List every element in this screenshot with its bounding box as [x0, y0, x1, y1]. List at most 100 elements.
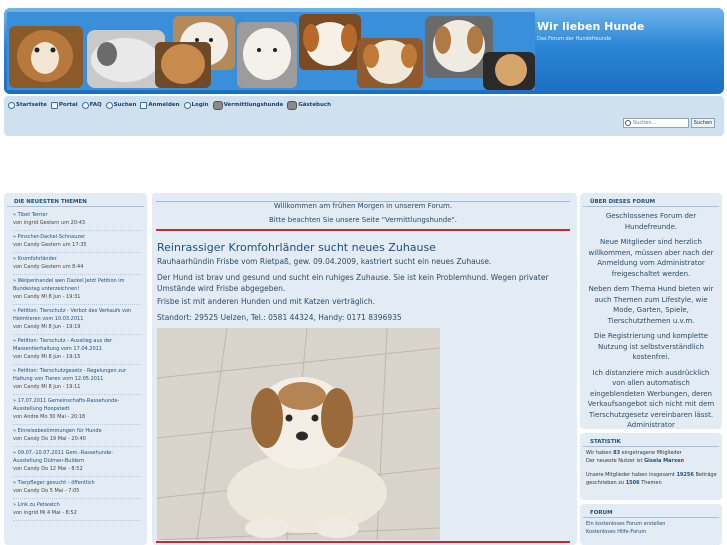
topic-item: » 17.07.2011 Gemeinschafts-Rassehunde-Au… — [13, 395, 141, 425]
member-count: Wir haben 83 eingetragene Mitglieder Der … — [580, 447, 722, 465]
nav-suchen[interactable]: Suchen — [105, 100, 137, 110]
post-count: Unsere Mitglieder haben insgesamt 19256 … — [580, 465, 722, 487]
topic-link[interactable]: » Tibet Terrier — [13, 211, 141, 219]
nav-vermittlungshunde[interactable]: Vermittlungshunde — [212, 100, 284, 110]
about-paragraph: Ich distanziere mich ausdrücklich von al… — [587, 368, 715, 430]
welcome-notice: Bitte beachten Sie unsere Seite "Vermitt… — [269, 216, 457, 224]
topic-link[interactable]: » 17.07.2011 Gemeinschafts-Rassehunde-Au… — [13, 397, 141, 413]
nav-label: Gästebuch — [298, 102, 332, 108]
nav-portal[interactable]: Portal — [50, 100, 78, 110]
dog-icon — [287, 100, 298, 110]
search-icon — [625, 120, 631, 126]
post-line-3: Frisbe ist mit anderen Hunden und mit Ka… — [157, 297, 376, 306]
page: Wir lieben Hunde Das Forum der Hundefreu… — [0, 0, 727, 545]
topic-link[interactable]: » Petition: Tierschutz - Ausstieg aus de… — [13, 337, 141, 353]
site-title[interactable]: Wir lieben Hunde — [537, 20, 644, 33]
topic-item: » Tibet Terrier von ingrid Gestern um 20:… — [13, 209, 141, 231]
stat-text: eingetragene Mitglieder — [620, 450, 682, 456]
help-forum-link[interactable]: Kostenloses Hilfe-Forum — [586, 529, 646, 535]
topic-meta: von Candy Gestern um 17:35 — [13, 242, 87, 248]
about-text: Geschlossenes Forum der Hundefreunde. Ne… — [580, 207, 722, 429]
search-input[interactable]: Suchen... — [623, 118, 689, 128]
topic-link[interactable]: » Link zu Petwatch — [13, 501, 141, 509]
nav-label: Suchen — [113, 102, 137, 108]
stat-text: Wir haben — [586, 450, 614, 456]
site-header: Wir lieben Hunde Das Forum der Hundefreu… — [4, 8, 724, 94]
topic-item: » Petition: Tierschutz - Verbot des Verk… — [13, 305, 141, 335]
stat-text: Unsere Mitglieder haben insgesamt — [586, 472, 677, 478]
topic-link[interactable]: » Pinscher-Dackel-Schnauzer — [13, 233, 141, 241]
topic-item: » Tierpfleger gesucht - öffentlich von Ca… — [13, 477, 141, 499]
divider — [156, 541, 570, 543]
topic-meta: von Candy Do 12 Mai - 8:52 — [13, 466, 83, 472]
topic-link[interactable]: » 09.07.-10.07.2011 Gem.-Rassehunde-Auss… — [13, 449, 141, 465]
nav-label: Vermittlungshunde — [223, 102, 284, 108]
about-paragraph: Neue Mitglieder sind herzlich willkommen… — [588, 238, 714, 278]
nav-label: Anmelden — [148, 102, 180, 108]
login-icon — [183, 101, 191, 109]
post-title: Reinrassiger Kromfohrländer sucht neues … — [157, 241, 436, 254]
site-description: Das Forum der Hundefreunde — [537, 36, 612, 42]
post-count-value: 19256 — [676, 472, 694, 478]
topic-item: » Einreisebestimmungen für Hunde von Cand… — [13, 425, 141, 447]
search-button[interactable]: Suchen — [691, 118, 715, 128]
statistics-panel: STATISTIK Wir haben 83 eingetragene Mitg… — [580, 433, 722, 500]
topic-list: » Tibet Terrier von ingrid Gestern um 20:… — [4, 207, 147, 521]
nav-label: FAQ — [89, 102, 102, 108]
topic-link[interactable]: » Welpenhandel wen Dackel Jetzt Petition… — [13, 277, 141, 293]
topic-meta: von Candy Mi 8 Jun - 19:11 — [13, 384, 81, 390]
topic-item: » Petition: Tierschutzgesetz - Regelunge… — [13, 365, 141, 395]
forum-panel: FORUM Ein kostenloses Forum erstellen Kos… — [580, 504, 722, 545]
topic-meta: von Candy Mi 8 Jun - 19:19 — [13, 324, 81, 330]
create-forum-link[interactable]: Ein kostenloses Forum erstellen — [586, 521, 665, 527]
dog-photo — [157, 328, 440, 540]
topic-count-value: 1506 — [625, 480, 640, 486]
portal-icon — [50, 101, 58, 109]
post-line-2: Der Hund ist brav und gesund und sucht e… — [157, 273, 549, 293]
newest-topics-panel: DIE NEUESTEN THEMEN » Tibet Terrier von i… — [4, 193, 147, 545]
nav-label: Startseite — [16, 102, 47, 108]
nav-anmelden[interactable]: Anmelden — [140, 100, 180, 110]
topic-link[interactable]: » Einreisebestimmungen für Hunde — [13, 427, 141, 435]
about-paragraph: Geschlossenes Forum der Hundefreunde. — [605, 212, 697, 231]
nav-startseite[interactable]: Startseite — [8, 100, 47, 110]
topic-item: » 09.07.-10.07.2011 Gem.-Rassehunde-Auss… — [13, 447, 141, 477]
topic-meta: von Candy Mi 8 Jun - 19:31 — [13, 294, 81, 300]
nav-login[interactable]: Login — [183, 100, 209, 110]
nav-label: Login — [191, 102, 209, 108]
nav-label: Portal — [58, 102, 78, 108]
about-paragraph: Die Registrierung und komplette Nutzung … — [594, 332, 708, 361]
nav-faq[interactable]: FAQ — [81, 100, 102, 110]
topic-meta: von Candy Gestern um 8:44 — [13, 264, 84, 270]
dog-icon — [212, 100, 223, 110]
post-line-1: Rauhaarhündin Frisbe vom Rietpaß, gew. 0… — [157, 257, 492, 266]
dog-banner-image — [7, 12, 535, 90]
topic-link[interactable]: » Tierpfleger gesucht - öffentlich — [13, 479, 141, 487]
statistics-title: STATISTIK — [583, 433, 719, 447]
topic-item: » Petition: Tierschutz - Ausstieg aus de… — [13, 335, 141, 365]
topic-meta: von ingrid Gestern um 20:43 — [13, 220, 86, 226]
main-content: Willkommen am frühen Morgen in unserem F… — [152, 193, 577, 545]
register-icon — [140, 101, 148, 109]
welcome-box: Willkommen am frühen Morgen in unserem F… — [156, 201, 570, 231]
topic-link[interactable]: » Petition: Tierschutz - Verbot des Verk… — [13, 307, 141, 323]
nav-gaestebuch[interactable]: Gästebuch — [287, 100, 331, 110]
topic-meta: von Candy Mi 8 Jun - 19:15 — [13, 354, 81, 360]
topic-link[interactable]: » Kromfohrländer — [13, 255, 141, 263]
topic-meta: von ingrid Mi 4 Mai - 8:52 — [13, 510, 77, 516]
stat-text: Der neueste Nutzer ist — [586, 458, 645, 464]
forum-links: Ein kostenloses Forum erstellen Kostenlos… — [580, 518, 722, 536]
topic-link[interactable]: » Petition: Tierschutzgesetz - Regelunge… — [13, 367, 141, 383]
search-icon — [105, 101, 113, 109]
about-panel: ÜBER DIESES FORUM Geschlossenes Forum de… — [580, 193, 722, 429]
home-icon — [8, 101, 15, 109]
welcome-message: Willkommen am frühen Morgen in unserem F… — [273, 202, 453, 210]
about-title: ÜBER DIESES FORUM — [583, 193, 719, 207]
nav-links: Startseite Portal FAQ Suchen Anmelden Lo… — [8, 100, 331, 110]
newest-user-link[interactable]: Gisela Marxen — [644, 458, 684, 464]
stat-text: Themen — [639, 480, 662, 486]
newest-topics-title: DIE NEUESTEN THEMEN — [7, 193, 144, 207]
help-icon — [81, 101, 89, 109]
topic-item: » Kromfohrländer von Candy Gestern um 8:4… — [13, 253, 141, 275]
topic-item: » Link zu Petwatch von ingrid Mi 4 Mai - … — [13, 499, 141, 521]
